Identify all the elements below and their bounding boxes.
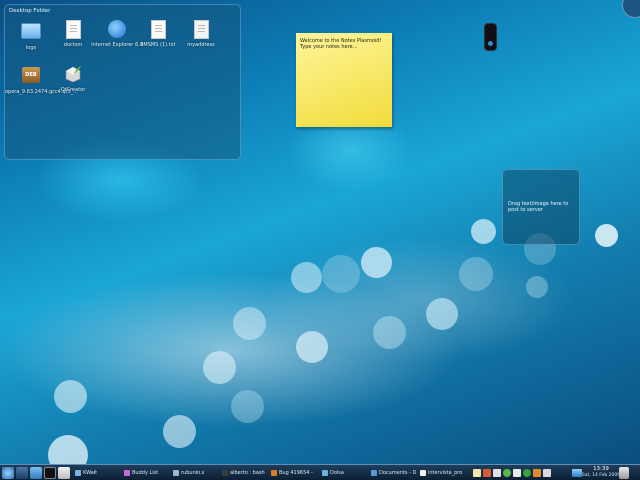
pastebin-hint: Drag text/image here to post to server xyxy=(508,201,569,213)
bokeh-light xyxy=(373,316,406,349)
chat-tray-icon[interactable] xyxy=(503,469,511,477)
bokeh-light xyxy=(426,298,458,330)
desktop-icon-label: myaddress xyxy=(187,42,215,48)
bokeh-light xyxy=(233,307,266,340)
notes-widget[interactable]: Welcome to the Notes Plasmoid! Type your… xyxy=(296,33,392,127)
pastebin-widget[interactable]: Drag text/image here to post to server xyxy=(502,169,580,245)
terminal-launcher-icon[interactable] xyxy=(44,467,56,479)
bokeh-light xyxy=(203,351,236,384)
kde-menu-icon[interactable] xyxy=(2,467,14,479)
task-terminal-bash[interactable]: alberto : bash xyxy=(221,467,269,479)
notes-line-hint: Type your notes here... xyxy=(300,44,358,50)
sync-tray-icon[interactable] xyxy=(533,469,541,477)
bokeh-light xyxy=(291,262,322,293)
task-bug-report[interactable]: Bug 419654 - xyxy=(270,467,318,479)
task-documents[interactable]: Documents - D xyxy=(370,467,418,479)
bokeh-light xyxy=(526,276,548,298)
task-buddy-list[interactable]: Buddy List xyxy=(123,467,171,479)
task-intervista[interactable]: intervista_pro xyxy=(419,467,467,479)
desktop-launcher-icon[interactable] xyxy=(16,467,28,479)
notes-text[interactable]: Welcome to the Notes Plasmoid! Type your… xyxy=(300,38,381,50)
task-kwait[interactable]: KWait xyxy=(74,467,122,479)
bokeh-light xyxy=(296,331,328,363)
bokeh-light xyxy=(163,415,196,448)
qtcreator-icon xyxy=(63,65,83,85)
clock-date: Sat, 14 Feb 2009 xyxy=(581,473,621,478)
bokeh-light xyxy=(322,255,360,293)
document-icon xyxy=(63,20,83,40)
plasma-toolbox-button[interactable] xyxy=(622,0,640,18)
file-manager-launcher-icon[interactable] xyxy=(30,467,42,479)
bokeh-light xyxy=(54,380,87,413)
lock-logout-icon[interactable] xyxy=(619,467,629,479)
contact-document-icon xyxy=(191,20,211,40)
notes-tray-icon[interactable] xyxy=(543,469,551,477)
bokeh-light xyxy=(231,390,264,423)
task-dolsa[interactable]: Dolsa xyxy=(321,467,369,479)
task-rubunio[interactable]: rubunio.s xyxy=(172,467,220,479)
bokeh-light xyxy=(595,224,618,247)
clock-time[interactable]: 13:39 xyxy=(590,466,612,472)
deb-package-icon: DEB xyxy=(21,67,41,87)
desktop-icon-qtcreator[interactable]: QtCreator xyxy=(47,65,99,109)
clipboard-tray-icon[interactable] xyxy=(473,469,481,477)
bokeh-light xyxy=(361,247,392,278)
messenger-tray-icon[interactable] xyxy=(523,469,531,477)
document-icon xyxy=(148,20,168,40)
network-tray-icon[interactable] xyxy=(483,469,491,477)
taskbar-panel: KWait Buddy List rubunio.s alberto : bas… xyxy=(0,464,640,480)
desktop-folder-view: Desktop Folder logs doctsm Internet Expl… xyxy=(4,4,241,160)
internet-explorer-icon xyxy=(107,20,127,40)
desktop-icon-label: QtCreator xyxy=(60,87,86,93)
folder-view-title: Desktop Folder xyxy=(9,8,51,14)
bokeh-light xyxy=(471,219,496,244)
volume-tray-icon[interactable] xyxy=(493,469,501,477)
folder-icon xyxy=(21,23,41,43)
bokeh-light xyxy=(459,257,493,291)
desktop-icon-myaddress[interactable]: myaddress xyxy=(175,20,227,64)
device-notifier-icon[interactable] xyxy=(484,23,497,51)
update-tray-icon[interactable] xyxy=(513,469,521,477)
editor-launcher-icon[interactable] xyxy=(58,467,70,479)
